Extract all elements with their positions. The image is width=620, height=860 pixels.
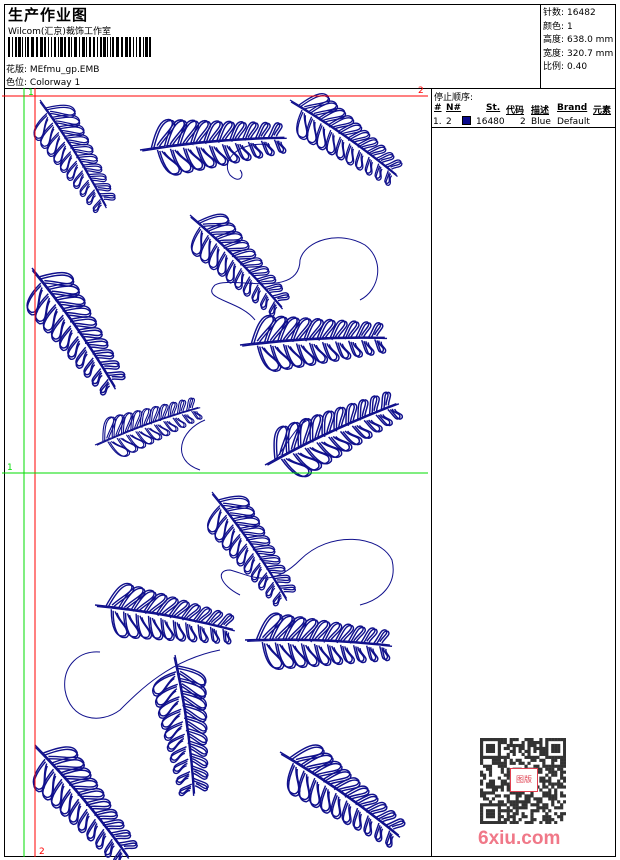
feather-motif	[18, 86, 129, 222]
feather-motif	[190, 476, 309, 616]
col-needle: N#	[446, 103, 462, 113]
row-needle: 2	[446, 117, 452, 127]
info-value: 0.40	[567, 62, 588, 72]
feather-motif	[136, 108, 290, 179]
feather-motif	[8, 251, 141, 406]
info-label: 宽度:	[543, 48, 565, 59]
col-element: 元素	[593, 106, 612, 116]
col-brand: Brand	[557, 103, 588, 113]
green-guide-label-left: 1	[7, 463, 13, 473]
stamp-logo: 图版	[510, 768, 538, 792]
info-row: 比例: 0.40	[543, 59, 587, 72]
info-value: 320.7 mm	[567, 48, 614, 59]
info-value: 638.0 mm	[567, 35, 614, 45]
row-code: 2	[520, 117, 526, 127]
row-stitches: 16480	[476, 117, 505, 127]
info-value: 1	[567, 21, 573, 32]
embroidery-design	[2, 78, 428, 860]
row-description: Blue	[531, 117, 551, 127]
red-guide-label-bottom: 2	[39, 847, 45, 857]
col-stitches: St.	[486, 103, 501, 113]
info-label: 比例:	[543, 62, 565, 72]
info-label: 高度:	[543, 35, 565, 45]
info-label: 颜色:	[543, 21, 565, 32]
row-brand: Default	[557, 117, 590, 127]
feather-motif	[274, 78, 414, 197]
feather-motif	[89, 577, 241, 658]
feather-motif	[12, 726, 152, 860]
info-box-divider	[540, 4, 541, 88]
color-swatch	[462, 116, 471, 125]
red-guide-label-top: 2	[418, 86, 424, 96]
feather-motif	[237, 308, 390, 374]
col-description: 描述	[531, 106, 550, 116]
watermark-logo: 6xiu.com	[478, 828, 561, 849]
feather-motif	[87, 386, 208, 466]
green-guide-label-top: 1	[28, 88, 34, 98]
feather-motif	[243, 611, 394, 674]
row-index: 1.	[433, 117, 442, 127]
info-value: 16482	[567, 8, 596, 18]
col-index: #	[434, 103, 442, 113]
col-code: 代码	[506, 106, 525, 116]
feather-motif	[147, 650, 223, 801]
stop-sequence-divider	[431, 127, 616, 128]
info-label: 针数:	[543, 8, 565, 18]
feather-motif	[263, 728, 418, 860]
info-row: 颜色: 1	[543, 19, 573, 32]
info-row: 针数: 16482	[543, 5, 596, 18]
info-row: 宽度: 320.7 mm	[543, 46, 613, 59]
stop-sequence-title: 停止顺序:	[434, 93, 474, 103]
info-row: 高度: 638.0 mm	[543, 32, 613, 45]
